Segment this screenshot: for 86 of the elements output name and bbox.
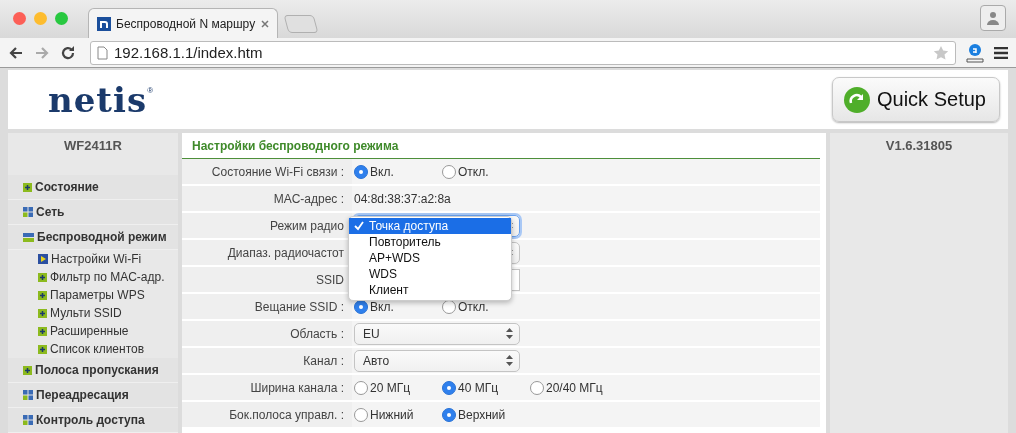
radio-label: Верхний	[458, 407, 506, 422]
sidebar-item[interactable]: Контроль доступа	[8, 408, 178, 433]
radio-button[interactable]	[442, 407, 456, 422]
extension-icon[interactable]	[966, 42, 984, 63]
select-field[interactable]: EU	[354, 322, 520, 345]
dropdown-option[interactable]: AP+WDS	[349, 250, 511, 266]
sidebar-subitem[interactable]: Расширенные	[8, 322, 178, 340]
sidebar-item[interactable]: Сеть	[8, 200, 178, 225]
sidebar-subitem[interactable]: Список клиентов	[8, 340, 178, 358]
field-label: Канал :	[182, 348, 352, 373]
site-logo-icon	[97, 16, 111, 31]
sidebar-item-label: Контроль доступа	[36, 413, 145, 427]
up-down-arrows-icon	[506, 328, 513, 339]
person-icon	[986, 11, 1000, 25]
sidebar-subitem[interactable]: Параметры WPS	[8, 286, 178, 304]
sidebar-item-label: Полоса пропускания	[35, 363, 159, 377]
model-name: WF2411R	[63, 137, 123, 155]
sidebar-item[interactable]: Полоса пропускания	[8, 358, 178, 383]
firmware-version: V1.6.31805	[884, 137, 954, 153]
sidebar-item-label: Беспроводной режим	[37, 230, 167, 244]
sidebar-subitem-label: Фильтр по MAC-адр.	[50, 270, 165, 284]
radio-button[interactable]	[442, 380, 456, 395]
radio-button[interactable]	[354, 407, 368, 422]
radio-button[interactable]	[354, 380, 368, 395]
close-window-icon[interactable]	[13, 12, 26, 25]
field-label: Состояние Wi-Fi связи :	[182, 159, 352, 184]
radio-label: Откл.	[458, 164, 489, 179]
dropdown-option[interactable]: WDS	[349, 266, 511, 282]
field-label: Ширина канала :	[182, 375, 352, 400]
sidebar-item-label: Сеть	[36, 205, 65, 219]
radio-option[interactable]: Нижний	[354, 407, 442, 422]
sidebar-subitem[interactable]: Настройки Wi-Fi	[8, 250, 178, 268]
radio-button[interactable]	[442, 164, 456, 179]
dropdown-option[interactable]: Точка доступа	[349, 218, 511, 234]
zoom-window-icon[interactable]	[55, 12, 68, 25]
profile-button[interactable]	[980, 5, 1006, 31]
radio-label: 20/40 МГц	[546, 380, 603, 395]
radio-label: Вкл.	[370, 299, 394, 314]
reload-icon[interactable]	[60, 44, 76, 61]
radio-option[interactable]: Вкл.	[354, 164, 442, 179]
sidebar-subitem[interactable]: Мульти SSID	[8, 304, 178, 322]
field-label: MAC-адрес :	[182, 186, 352, 211]
radio-option[interactable]: 20/40 МГц	[530, 380, 618, 395]
radio-label: 20 МГц	[370, 380, 411, 395]
radio-option[interactable]: 20 МГц	[354, 380, 442, 395]
select-field[interactable]: Авто	[354, 349, 520, 372]
page-icon	[97, 45, 108, 60]
sidebar-subitem-label: Список клиентов	[50, 342, 145, 356]
sidebar-item[interactable]: Беспроводной режим	[8, 225, 178, 250]
up-down-arrows-icon	[506, 355, 513, 366]
menu-icon[interactable]	[994, 46, 1008, 59]
address-bar[interactable]: 192.168.1.1/index.htm	[90, 40, 956, 65]
field-label: Режим радио	[182, 213, 352, 238]
field-label: Область :	[182, 321, 352, 346]
radio-button[interactable]	[530, 380, 544, 395]
sidebar-item-label: Состояние	[35, 180, 99, 194]
dropdown-option[interactable]: Повторитель	[349, 234, 511, 250]
radio-label: 40 МГц	[458, 380, 499, 395]
field-label: Бок.полоса управл. :	[182, 402, 352, 427]
close-icon[interactable]	[261, 19, 269, 28]
sidebar-subitem[interactable]: Фильтр по MAC-адр.	[8, 268, 178, 286]
quick-setup-button[interactable]: Quick Setup	[832, 77, 1000, 122]
field-label: Вещание SSID :	[182, 294, 352, 319]
radio-option[interactable]: 40 МГц	[442, 380, 530, 395]
radio-label: Откл.	[458, 299, 489, 314]
field-value: 04:8d:38:37:a2:8a	[354, 191, 451, 206]
sidebar-item[interactable]: Переадресация	[8, 383, 178, 408]
dropdown-option[interactable]: Клиент	[349, 282, 511, 298]
radio-option[interactable]: Откл.	[442, 164, 530, 179]
back-arrow-icon[interactable]	[8, 44, 24, 61]
forward-arrow-icon[interactable]	[34, 44, 50, 61]
sidebar-item-label: Переадресация	[36, 388, 129, 402]
sidebar-subitem-label: Расширенные	[50, 324, 129, 338]
sidebar-item[interactable]: Состояние	[8, 175, 178, 200]
radio-button[interactable]	[354, 164, 368, 179]
browser-tab[interactable]: Беспроводной N маршру	[88, 8, 278, 38]
brand-logo: netis®	[48, 79, 154, 120]
star-icon[interactable]	[933, 44, 949, 61]
check-icon	[354, 221, 364, 231]
radio-option[interactable]: Верхний	[442, 407, 530, 422]
sidebar-subitem-label: Мульти SSID	[50, 306, 122, 320]
radio-label: Вкл.	[370, 164, 394, 179]
radio-label: Нижний	[370, 407, 414, 422]
sidebar-subitem-label: Параметры WPS	[50, 288, 145, 302]
new-tab-button[interactable]	[283, 15, 319, 33]
sidebar-subitem-label: Настройки Wi-Fi	[51, 252, 142, 266]
